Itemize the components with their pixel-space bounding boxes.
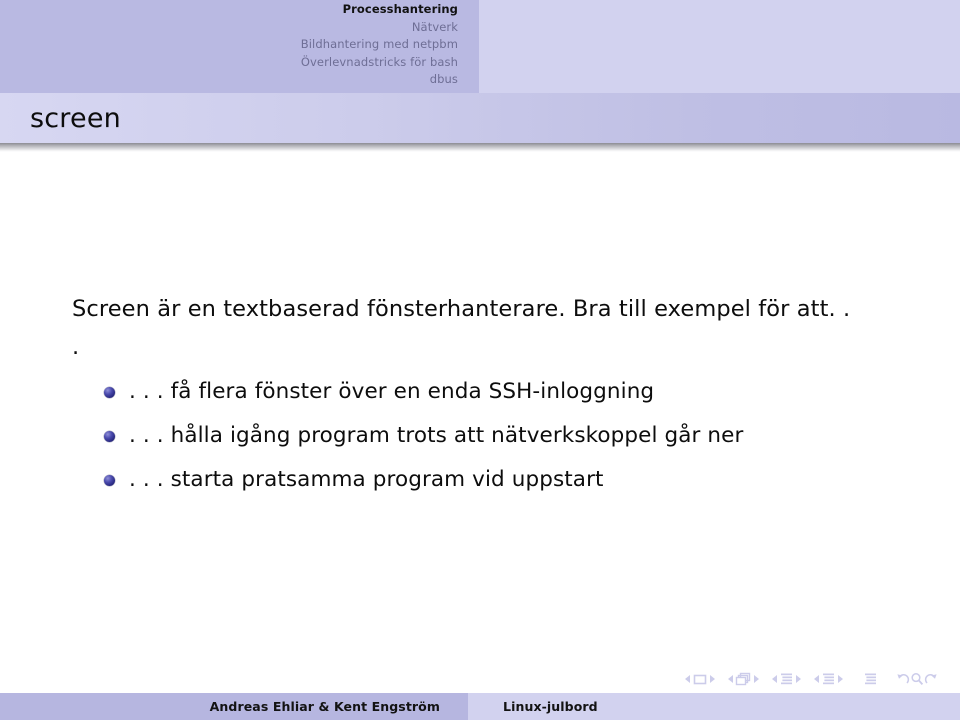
bullet-text: . . . få flera fönster över en enda SSH-… bbox=[129, 379, 655, 404]
history-nav-group bbox=[896, 672, 938, 686]
nav-item-processhantering[interactable]: Processhantering bbox=[343, 1, 479, 19]
next-slide-triangle-icon[interactable] bbox=[708, 673, 717, 685]
beamer-navigation-symbols bbox=[0, 668, 960, 690]
nav-item-overlevnadstricks-for-bash[interactable]: Överlevnadstricks för bash bbox=[301, 54, 479, 72]
footer-authors-section: Andreas Ehliar & Kent Engström bbox=[0, 693, 468, 720]
headline-navigation: Processhantering Nätverk Bildhantering m… bbox=[0, 0, 960, 93]
title-bar-shadow bbox=[0, 143, 960, 152]
section-nav-group bbox=[812, 672, 845, 686]
footer-event: Linux-julbord bbox=[503, 699, 598, 714]
subsection-icon[interactable] bbox=[779, 672, 794, 686]
bullet-dot-icon bbox=[104, 386, 115, 398]
list-item: . . . starta pratsamma program vid uppst… bbox=[0, 458, 960, 502]
slide-icon[interactable] bbox=[692, 673, 708, 686]
nav-item-natverk[interactable]: Nätverk bbox=[412, 19, 479, 37]
intro-paragraph: Screen är en textbaserad fönsterhanterar… bbox=[72, 296, 851, 360]
forward-arrow-icon[interactable] bbox=[924, 672, 938, 686]
bullet-dot-icon bbox=[104, 474, 115, 486]
prev-slide-triangle-icon[interactable] bbox=[683, 673, 692, 685]
bullet-list: . . . få flera fönster över en enda SSH-… bbox=[0, 370, 960, 502]
headline-filler bbox=[479, 0, 960, 93]
slide-body: Screen är en textbaserad fönsterhanterar… bbox=[0, 152, 960, 662]
list-item: . . . få flera fönster över en enda SSH-… bbox=[0, 370, 960, 414]
presentation-slide: Processhantering Nätverk Bildhantering m… bbox=[0, 0, 960, 720]
footer-event-section: Linux-julbord bbox=[468, 693, 960, 720]
search-icon[interactable] bbox=[910, 672, 924, 686]
bullet-text: . . . hålla igång program trots att nätv… bbox=[129, 423, 744, 448]
prev-frame-triangle-icon[interactable] bbox=[726, 673, 735, 685]
next-section-triangle-icon[interactable] bbox=[836, 673, 845, 685]
next-frame-triangle-icon[interactable] bbox=[752, 673, 761, 685]
prev-section-triangle-icon[interactable] bbox=[812, 673, 821, 685]
headline-section-list: Processhantering Nätverk Bildhantering m… bbox=[0, 0, 479, 93]
slide-nav-group bbox=[683, 673, 717, 686]
list-item: . . . hålla igång program trots att nätv… bbox=[0, 414, 960, 458]
page-title: screen bbox=[30, 102, 121, 134]
section-icon[interactable] bbox=[821, 672, 836, 686]
footline: Andreas Ehliar & Kent Engström Linux-jul… bbox=[0, 693, 960, 720]
next-subsection-triangle-icon[interactable] bbox=[794, 673, 803, 685]
nav-item-dbus[interactable]: dbus bbox=[430, 71, 479, 89]
presentation-icon[interactable] bbox=[863, 672, 878, 686]
nav-item-bildhantering-med-netpbm[interactable]: Bildhantering med netpbm bbox=[301, 36, 479, 54]
frame-title-bar: screen bbox=[0, 93, 960, 143]
frame-nav-group bbox=[726, 672, 761, 686]
presentation-nav-group bbox=[863, 672, 878, 686]
frame-icon[interactable] bbox=[735, 672, 752, 686]
bullet-text: . . . starta pratsamma program vid uppst… bbox=[129, 467, 604, 492]
bullet-dot-icon bbox=[104, 430, 115, 442]
footer-authors: Andreas Ehliar & Kent Engström bbox=[209, 699, 440, 714]
subsection-nav-group bbox=[770, 672, 803, 686]
back-arrow-icon[interactable] bbox=[896, 672, 910, 686]
prev-subsection-triangle-icon[interactable] bbox=[770, 673, 779, 685]
